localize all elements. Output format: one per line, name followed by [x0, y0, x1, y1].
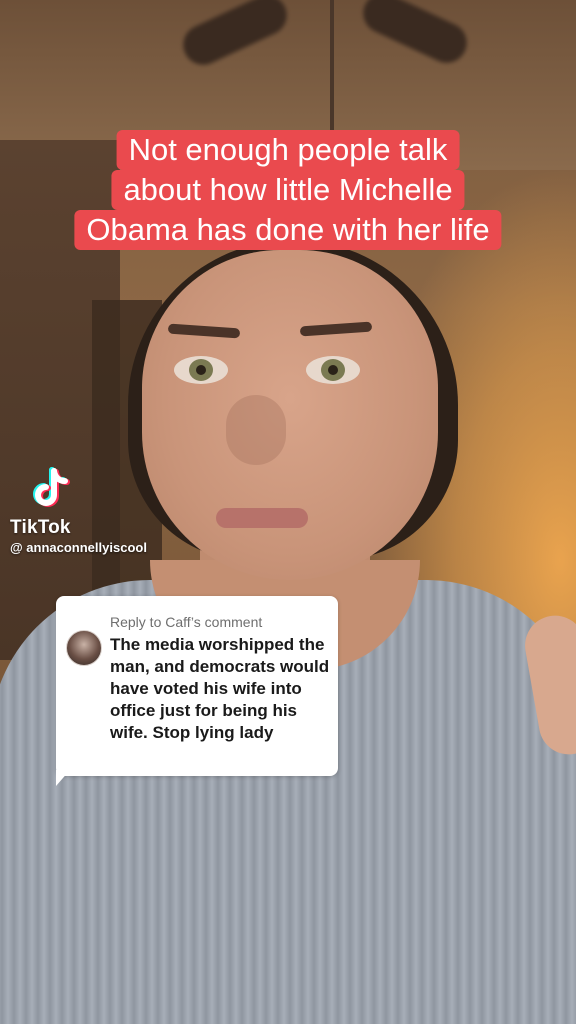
person-nose	[226, 395, 286, 465]
reply-card-tail	[56, 770, 70, 786]
reply-comment-card[interactable]: Reply to Caff’s comment The media worshi…	[56, 596, 338, 776]
creator-handle[interactable]: @ annaconnellyiscool	[10, 540, 147, 555]
person-eye	[174, 356, 228, 384]
tiktok-logo-icon	[33, 467, 70, 507]
tiktok-brand-label: TikTok	[10, 517, 71, 538]
commenter-avatar[interactable]	[66, 630, 102, 666]
caption-line: Obama has done with her life	[74, 210, 502, 250]
person-mouth	[216, 508, 308, 528]
caption-line: Not enough people talk	[116, 130, 460, 170]
ceiling-fan-rod	[330, 0, 334, 130]
caption-line: about how little Michelle	[111, 170, 465, 210]
tiktok-watermark: TikTok @ annaconnellyiscool	[8, 467, 198, 567]
reply-header: Reply to Caff’s comment	[110, 614, 263, 630]
reply-comment-text: The media worshipped the man, and democr…	[110, 635, 330, 742]
person-eye	[306, 356, 360, 384]
